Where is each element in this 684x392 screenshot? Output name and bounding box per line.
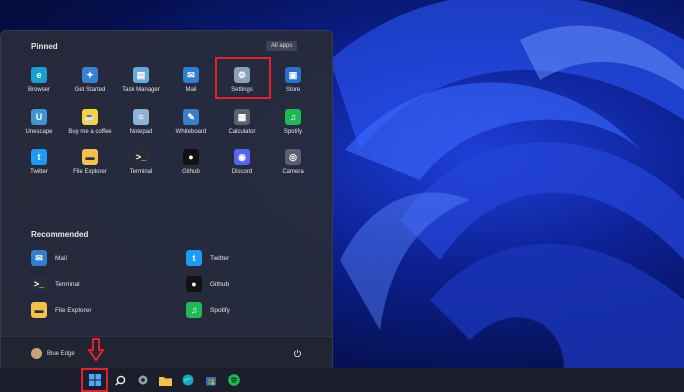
recommended-item-label: Twitter: [210, 254, 230, 262]
github-icon: ●: [186, 276, 202, 292]
get-started-icon: ✦: [82, 67, 98, 83]
pinned-app-label: Twitter: [30, 169, 48, 175]
power-icon[interactable]: [293, 349, 302, 358]
recommended-item-label: Github: [210, 280, 230, 288]
recommended-item-label: Mail: [55, 254, 67, 262]
taskbar: [0, 368, 684, 392]
folder-icon[interactable]: [157, 372, 173, 388]
settings-highlight-box: [215, 57, 271, 99]
settings-gear-icon[interactable]: [135, 372, 151, 388]
folder-icon: ▬: [82, 149, 98, 165]
camera-icon: ◎: [285, 149, 301, 165]
recommended-item-2[interactable]: >_ Terminal: [31, 275, 80, 293]
pinned-app-label: Store: [285, 87, 301, 93]
edge-icon: e: [31, 67, 47, 83]
pinned-app-11[interactable]: ♫ Spotify: [268, 103, 318, 143]
pinned-title: Pinned: [31, 42, 58, 51]
recommended-item-label: Spotify: [210, 306, 230, 314]
pinned-app-label: Github: [182, 169, 200, 175]
calculator-icon: ▦: [234, 109, 250, 125]
discord-icon: ◉: [234, 149, 250, 165]
pinned-app-label: Camera: [282, 169, 304, 175]
pinned-app-label: Get Started: [74, 87, 106, 93]
mail-icon: ✉: [31, 250, 47, 266]
twitter-icon: t: [186, 250, 202, 266]
recommended-item-4[interactable]: ▬ File Explorer: [31, 301, 91, 319]
terminal-icon: >_: [133, 149, 149, 165]
whiteboard-icon: ✎: [183, 109, 199, 125]
pinned-app-label: Notepad: [129, 129, 153, 135]
recommended-title: Recommended: [31, 230, 89, 239]
pinned-app-14[interactable]: >_ Terminal: [116, 143, 166, 183]
store-icon[interactable]: [203, 372, 219, 388]
all-apps-button[interactable]: All apps: [266, 41, 298, 51]
folder-icon: ▬: [31, 302, 47, 318]
pinned-app-15[interactable]: ● Github: [166, 143, 216, 183]
pinned-app-label: Whiteboard: [175, 129, 207, 135]
pinned-app-6[interactable]: U Unescape: [14, 103, 64, 143]
pinned-app-label: Spotify: [283, 129, 303, 135]
user-account[interactable]: Blue Edge: [31, 348, 75, 359]
spotify-icon: ♫: [285, 109, 301, 125]
pinned-app-10[interactable]: ▦ Calculator: [217, 103, 267, 143]
mail-icon: ✉: [183, 67, 199, 83]
unescape-icon: U: [31, 109, 47, 125]
pinned-app-0[interactable]: e Browser: [14, 61, 64, 101]
pinned-app-12[interactable]: t Twitter: [14, 143, 64, 183]
github-icon: ●: [183, 149, 199, 165]
pinned-app-8[interactable]: ≡ Notepad: [116, 103, 166, 143]
coffee-icon: ☕: [82, 109, 98, 125]
recommended-item-0[interactable]: ✉ Mail: [31, 249, 67, 267]
user-name: Blue Edge: [47, 350, 75, 357]
task-manager-icon: ▤: [133, 67, 149, 83]
pinned-app-label: Unescape: [25, 129, 53, 135]
pinned-app-label: Mail: [185, 87, 197, 93]
pinned-app-9[interactable]: ✎ Whiteboard: [166, 103, 216, 143]
avatar: [31, 348, 42, 359]
search-icon[interactable]: [112, 372, 128, 388]
pinned-app-label: Buy me a coffee: [68, 129, 112, 135]
pinned-app-label: Browser: [27, 87, 50, 93]
spotify-icon: ♫: [186, 302, 202, 318]
pinned-app-1[interactable]: ✦ Get Started: [65, 61, 115, 101]
notepad-icon: ≡: [133, 109, 149, 125]
pinned-app-label: Discord: [231, 169, 253, 175]
pinned-app-13[interactable]: ▬ File Explorer: [65, 143, 115, 183]
edge-icon[interactable]: [180, 372, 196, 388]
pinned-app-5[interactable]: ▣ Store: [268, 61, 318, 101]
recommended-item-label: Terminal: [55, 280, 80, 288]
red-arrow-indicator: [87, 338, 105, 362]
start-icon[interactable]: [87, 372, 103, 388]
pinned-app-label: Terminal: [129, 169, 153, 175]
recommended-item-3[interactable]: ● Github: [186, 275, 229, 293]
pinned-app-label: File Explorer: [73, 169, 107, 175]
recommended-item-5[interactable]: ♫ Spotify: [186, 301, 230, 319]
pinned-app-17[interactable]: ◎ Camera: [268, 143, 318, 183]
twitter-icon: t: [31, 149, 47, 165]
pinned-app-3[interactable]: ✉ Mail: [166, 61, 216, 101]
recommended-item-label: File Explorer: [55, 306, 92, 314]
recommended-item-1[interactable]: t Twitter: [186, 249, 229, 267]
pinned-app-16[interactable]: ◉ Discord: [217, 143, 267, 183]
pinned-app-label: Task Manager: [122, 87, 160, 93]
spotify-icon[interactable]: [226, 372, 242, 388]
pinned-app-2[interactable]: ▤ Task Manager: [116, 61, 166, 101]
start-footer: Blue Edge: [1, 336, 332, 369]
pinned-app-7[interactable]: ☕ Buy me a coffee: [65, 103, 115, 143]
start-menu: Pinned All apps e Browser ✦ Get Started ▤ Tas…: [0, 30, 333, 369]
store-icon: ▣: [285, 67, 301, 83]
terminal-icon: >_: [31, 276, 47, 292]
pinned-app-label: Calculator: [228, 129, 256, 135]
